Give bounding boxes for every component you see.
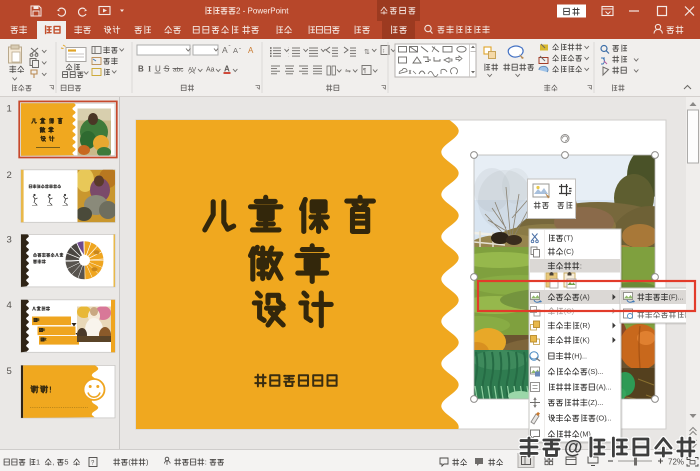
- svg-text:⇋: ⇋: [345, 68, 351, 75]
- svg-text:...: ...: [581, 352, 587, 361]
- svg-text:·: ·: [288, 53, 289, 58]
- svg-text:...: ...: [597, 398, 603, 407]
- svg-text:ˆ: ˆ: [229, 46, 231, 52]
- svg-text::: :: [580, 261, 582, 270]
- svg-text:¶: ¶: [363, 69, 366, 75]
- svg-text:I: I: [148, 65, 151, 74]
- svg-text:2 - PowerPoint: 2 - PowerPoint: [236, 6, 289, 15]
- svg-text:↕: ↕: [382, 49, 385, 55]
- svg-text:2: 2: [7, 170, 12, 181]
- svg-text:5: 5: [7, 366, 12, 377]
- svg-text::: :: [205, 458, 207, 467]
- svg-text:!: !: [49, 384, 52, 394]
- svg-text:S: S: [164, 65, 169, 74]
- svg-text:,: ,: [52, 458, 54, 467]
- svg-text:...: ...: [605, 383, 611, 392]
- svg-text:(Z): (Z): [588, 398, 597, 407]
- svg-text:(C): (C): [564, 247, 574, 256]
- svg-text:(F)...: (F)...: [669, 294, 684, 302]
- svg-text:(T): (T): [564, 234, 573, 243]
- svg-text:): ): [146, 458, 148, 467]
- svg-text:U: U: [155, 65, 161, 74]
- svg-text:...: ...: [605, 414, 611, 423]
- svg-text:(A): (A): [580, 293, 590, 302]
- svg-text:ˇ: ˇ: [239, 49, 241, 55]
- svg-text:A: A: [222, 45, 228, 55]
- svg-text:A: A: [248, 46, 254, 55]
- svg-text:⇅: ⇅: [364, 49, 370, 56]
- svg-text:72%: 72%: [668, 458, 684, 467]
- svg-text:B: B: [138, 65, 144, 74]
- svg-text:1: 1: [7, 104, 12, 115]
- svg-text:Aa: Aa: [206, 67, 215, 74]
- svg-text:1: 1: [36, 458, 40, 467]
- svg-text:A: A: [233, 46, 238, 55]
- svg-text:@: @: [564, 437, 583, 458]
- svg-text:3: 3: [7, 235, 12, 246]
- svg-text:5: 5: [64, 458, 68, 467]
- svg-text:(K): (K): [580, 336, 590, 345]
- svg-text:4: 4: [7, 300, 12, 311]
- svg-text:abc: abc: [173, 67, 184, 74]
- svg-text:(R): (R): [580, 321, 590, 330]
- svg-text:...: ...: [597, 367, 603, 376]
- svg-text:AV: AV: [188, 67, 197, 74]
